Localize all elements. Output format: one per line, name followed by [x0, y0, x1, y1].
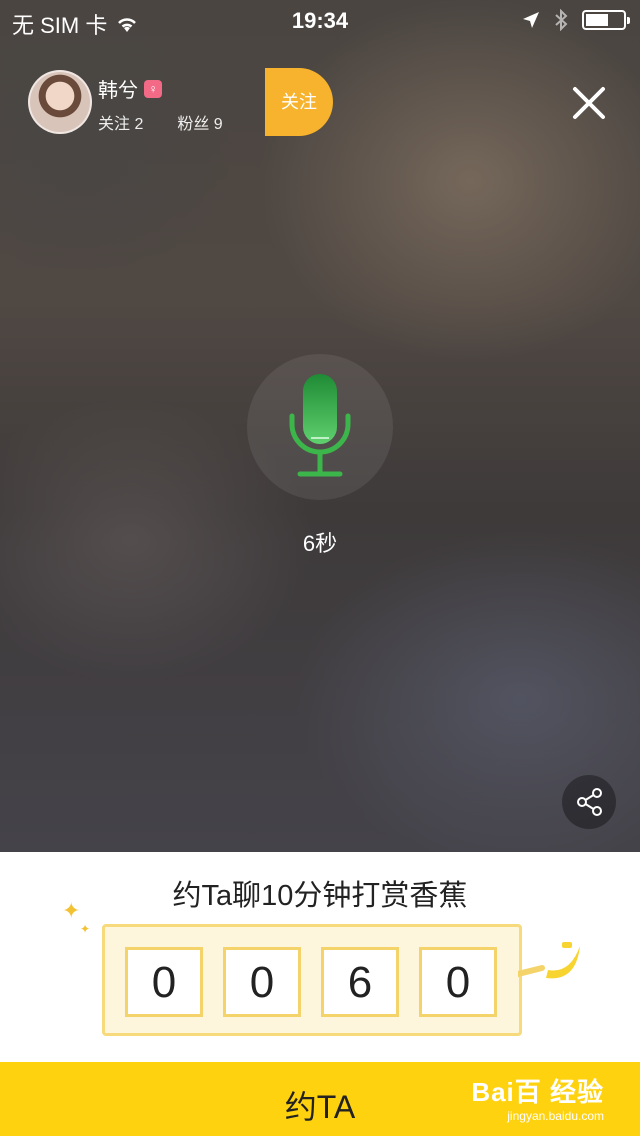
share-icon [577, 788, 602, 816]
date-ta-button[interactable]: 约TA Bai百 经验 jingyan.baidu.com [0, 1062, 640, 1136]
share-button[interactable] [562, 775, 616, 829]
counter-digit: 6 [321, 947, 399, 1017]
sparkle-icon: ✦ [80, 922, 91, 936]
battery-icon [582, 10, 630, 30]
gender-female-icon: ♀ [144, 79, 162, 98]
microphone-icon [289, 374, 351, 477]
location-arrow-icon [523, 12, 539, 28]
follow-button[interactable]: 关注 [265, 68, 333, 136]
counter-digit: 0 [419, 947, 497, 1017]
recording-duration: 6秒 [302, 531, 338, 556]
banana-icon [518, 942, 580, 979]
bluetooth-icon [555, 9, 568, 31]
counter-digit: 0 [223, 947, 301, 1017]
reward-panel: 约Ta聊10分钟打赏香蕉 ✦ ✦ 0 0 6 0 [0, 852, 640, 1062]
status-bar: 无 SIM 卡 19:34 [0, 0, 640, 40]
followers-count: 粉丝 9 [177, 116, 223, 133]
sparkle-icon: ✦ [62, 898, 81, 923]
watermark-url: jingyan.baidu.com [507, 1109, 604, 1123]
mic-button[interactable] [247, 354, 393, 500]
watermark-logo: Bai百 经验 [471, 1077, 604, 1107]
banana-counter[interactable]: 0 0 6 0 [102, 924, 522, 1036]
reward-title: 约Ta聊10分钟打赏香蕉 [172, 880, 468, 912]
avatar[interactable] [28, 70, 92, 134]
close-icon[interactable] [570, 84, 608, 122]
watermark: Bai百 经验 jingyan.baidu.com [471, 1072, 604, 1123]
counter-digit: 0 [125, 947, 203, 1017]
user-name: 韩兮 [98, 80, 138, 102]
following-count: 关注 2 [98, 116, 144, 133]
